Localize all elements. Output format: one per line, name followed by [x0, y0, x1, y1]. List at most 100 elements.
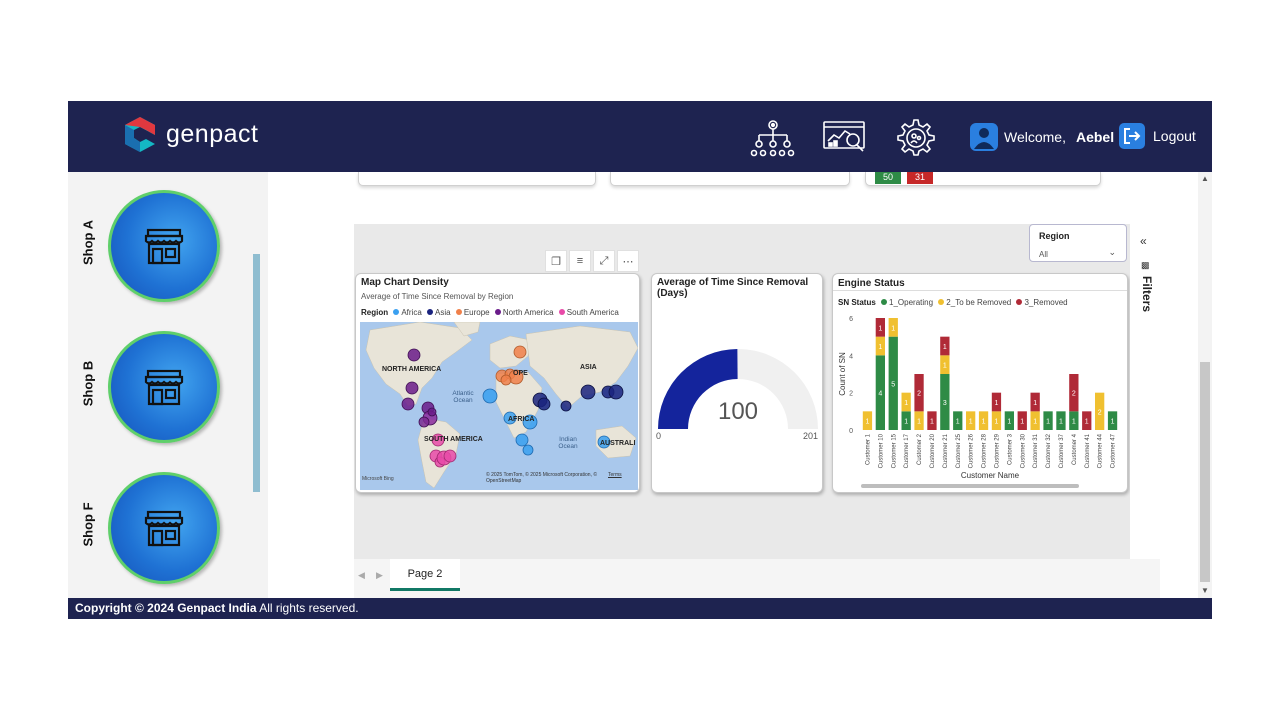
gauge-max: 201: [803, 431, 819, 441]
shop-a-item[interactable]: Shop A: [78, 187, 228, 303]
region-slicer[interactable]: Region All ⌄: [1029, 224, 1127, 262]
shop-sidebar: Shop A Shop B Shop F: [68, 172, 268, 598]
x-tick-label: Customer 17: [904, 433, 910, 468]
copyright-text: Copyright © 2024 Genpact India: [75, 601, 257, 615]
shop-b-item[interactable]: Shop B: [78, 328, 228, 444]
bar-data-label: 1: [1007, 419, 1011, 426]
bar-data-label: 1: [943, 363, 947, 370]
bar-data-label: 1: [969, 419, 973, 426]
bar-data-label: 2: [1098, 409, 1102, 416]
main-content: 50 31 Region All ⌄ ❐ ≡ ⤢ ⋯ Map Chart Den…: [268, 172, 1212, 598]
legend-dot: [494, 309, 501, 315]
map-point: [482, 388, 498, 404]
tab-page-2[interactable]: Page 2: [390, 559, 460, 591]
x-tick-label: Customer 44: [1098, 433, 1104, 468]
legend-item: North America: [502, 308, 554, 317]
bar-data-label: 1: [891, 325, 895, 332]
x-tick-label: Customer 4: [1072, 433, 1078, 465]
bar-data-label: 1: [1111, 419, 1115, 426]
prev-page-icon[interactable]: ◀: [358, 570, 365, 581]
map-point: [522, 444, 534, 456]
gauge-title: Average of Time Since Removal (Days): [657, 277, 809, 299]
x-tick-label: Customer 10: [878, 433, 884, 468]
bar-data-label: 1: [904, 400, 908, 407]
map-label-south-america: SOUTH AMERICA: [424, 436, 483, 443]
next-page-icon[interactable]: ▶: [376, 570, 383, 581]
bar-data-label: 1: [865, 419, 869, 426]
chart-scrollbar[interactable]: [861, 484, 1079, 488]
gauge-visual[interactable]: Average of Time Since Removal (Days) 100…: [651, 273, 823, 493]
x-tick-label: Customer 3: [1007, 433, 1013, 465]
legend-item: South America: [566, 308, 619, 317]
bar-data-label: 1: [1033, 419, 1037, 426]
bar-data-label: 1: [943, 344, 947, 351]
x-tick-label: Customer 26: [969, 433, 975, 468]
org-chart-icon[interactable]: [750, 119, 796, 162]
map-point: [405, 381, 419, 395]
world-map[interactable]: NORTH AMERICA OPE ASIA AFRICA SOUTH AMER…: [360, 322, 638, 490]
map-label-asia: ASIA: [580, 364, 597, 371]
shop-b-button[interactable]: [108, 331, 220, 443]
y-tick-label: 6: [849, 316, 853, 323]
page-navigation-bar: ◀ ▶ Page 2: [354, 559, 1160, 598]
legend-dot: [455, 309, 462, 315]
sidebar-scrollbar[interactable]: [253, 254, 260, 492]
genpact-logo[interactable]: genpact: [122, 115, 258, 153]
y-tick-label: 2: [849, 391, 853, 398]
filter-icon[interactable]: ≡: [569, 250, 591, 272]
bar-data-label: 1: [878, 325, 882, 332]
top-header: genpact Welcome, Aebel Logout: [68, 101, 1212, 172]
scroll-up-icon[interactable]: ▲: [1201, 174, 1209, 183]
engine-status-visual[interactable]: Engine Status SN Status 1_Operating 2_To…: [832, 273, 1128, 493]
x-tick-label: Customer 29: [994, 433, 1000, 468]
kpi-card: [610, 172, 850, 186]
map-label-atlantic: Atlantic Ocean: [452, 390, 474, 404]
app-window: genpact Welcome, Aebel Logout Shop A Sho…: [68, 101, 1212, 619]
bar-data-label: 1: [904, 419, 908, 426]
x-tick-label: Customer 2: [917, 433, 923, 465]
user-avatar-icon[interactable]: [970, 123, 998, 151]
title-divider: [833, 290, 1127, 291]
shop-a-button[interactable]: [108, 190, 220, 302]
map-point: [427, 407, 437, 417]
filter-signal-icon: ▩: [1141, 260, 1150, 270]
bar-data-label: 1: [1072, 419, 1076, 426]
logout-button[interactable]: Logout: [1119, 123, 1196, 149]
brand-name: genpact: [166, 119, 259, 148]
welcome-label: Welcome,: [1004, 129, 1066, 145]
shop-a-label: Shop A: [80, 220, 96, 266]
map-point: [537, 397, 551, 411]
map-label-australia: AUSTRALI: [600, 440, 636, 447]
rights-text: All rights reserved.: [256, 601, 359, 615]
bar-data-label: 1: [917, 419, 921, 426]
settings-gear-icon[interactable]: [894, 119, 938, 162]
page-scrollbar[interactable]: ▲ ▼: [1198, 172, 1212, 598]
map-chart-subtitle: Average of Time Since Removal by Region: [361, 292, 514, 301]
chevron-down-icon[interactable]: ⌄: [1108, 247, 1116, 258]
collapse-icon[interactable]: «: [1140, 234, 1147, 248]
scrollbar-thumb[interactable]: [1200, 362, 1210, 582]
x-tick-label: Customer 30: [1020, 433, 1026, 468]
shop-f-item[interactable]: Shop F: [78, 469, 228, 585]
x-tick-label: Customer 41: [1085, 433, 1091, 468]
focus-mode-icon[interactable]: ⤢: [593, 250, 615, 272]
kpi-card: 50 31: [865, 172, 1101, 186]
x-axis-title: Customer Name: [961, 471, 1020, 480]
filters-label: Filters: [1140, 276, 1154, 313]
dashboard-analysis-icon[interactable]: [822, 119, 868, 160]
shop-f-button[interactable]: [108, 472, 220, 584]
scroll-down-icon[interactable]: ▼: [1201, 586, 1209, 595]
copy-visual-icon[interactable]: ❐: [545, 250, 567, 272]
map-terms-link[interactable]: Terms: [608, 472, 622, 478]
bar-data-label: 2: [1072, 391, 1076, 398]
map-chart-visual[interactable]: Map Chart Density Average of Time Since …: [355, 273, 640, 493]
legend-title: Region: [361, 308, 389, 317]
shop-b-label: Shop B: [80, 360, 96, 407]
user-name: Aebel: [1075, 129, 1115, 145]
map-point: [608, 384, 624, 400]
filters-pane[interactable]: « ▩ Filters: [1130, 224, 1160, 559]
x-tick-label: Customer 20: [930, 433, 936, 468]
more-options-icon[interactable]: ⋯: [617, 250, 639, 272]
engine-status-chart: 0 2 4 6 Count of SN 1 Customer 1 4 1 1 Customer 10…: [838, 316, 1118, 480]
red-count-badge: 31: [907, 172, 933, 184]
